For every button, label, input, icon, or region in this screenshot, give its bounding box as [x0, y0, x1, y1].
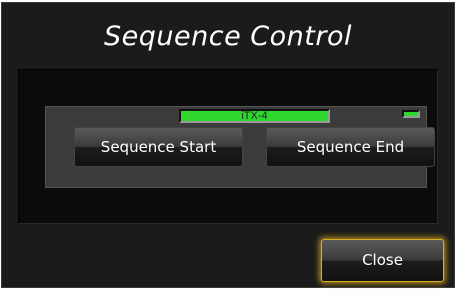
sequence-panel: iTX-4 Sequence Start Sequence End [18, 69, 438, 224]
sequence-control-dialog: Sequence Control iTX-4 Sequence Start Se… [1, 2, 455, 288]
close-button[interactable]: Close [321, 239, 444, 282]
sequence-start-button[interactable]: Sequence Start [74, 127, 243, 167]
device-status-bar: iTX-4 [179, 109, 330, 123]
status-indicator-light [402, 110, 420, 118]
sequence-controls-group: iTX-4 Sequence Start Sequence End [45, 106, 435, 188]
sequence-end-button[interactable]: Sequence End [266, 127, 435, 167]
dialog-title: Sequence Control [104, 21, 352, 52]
